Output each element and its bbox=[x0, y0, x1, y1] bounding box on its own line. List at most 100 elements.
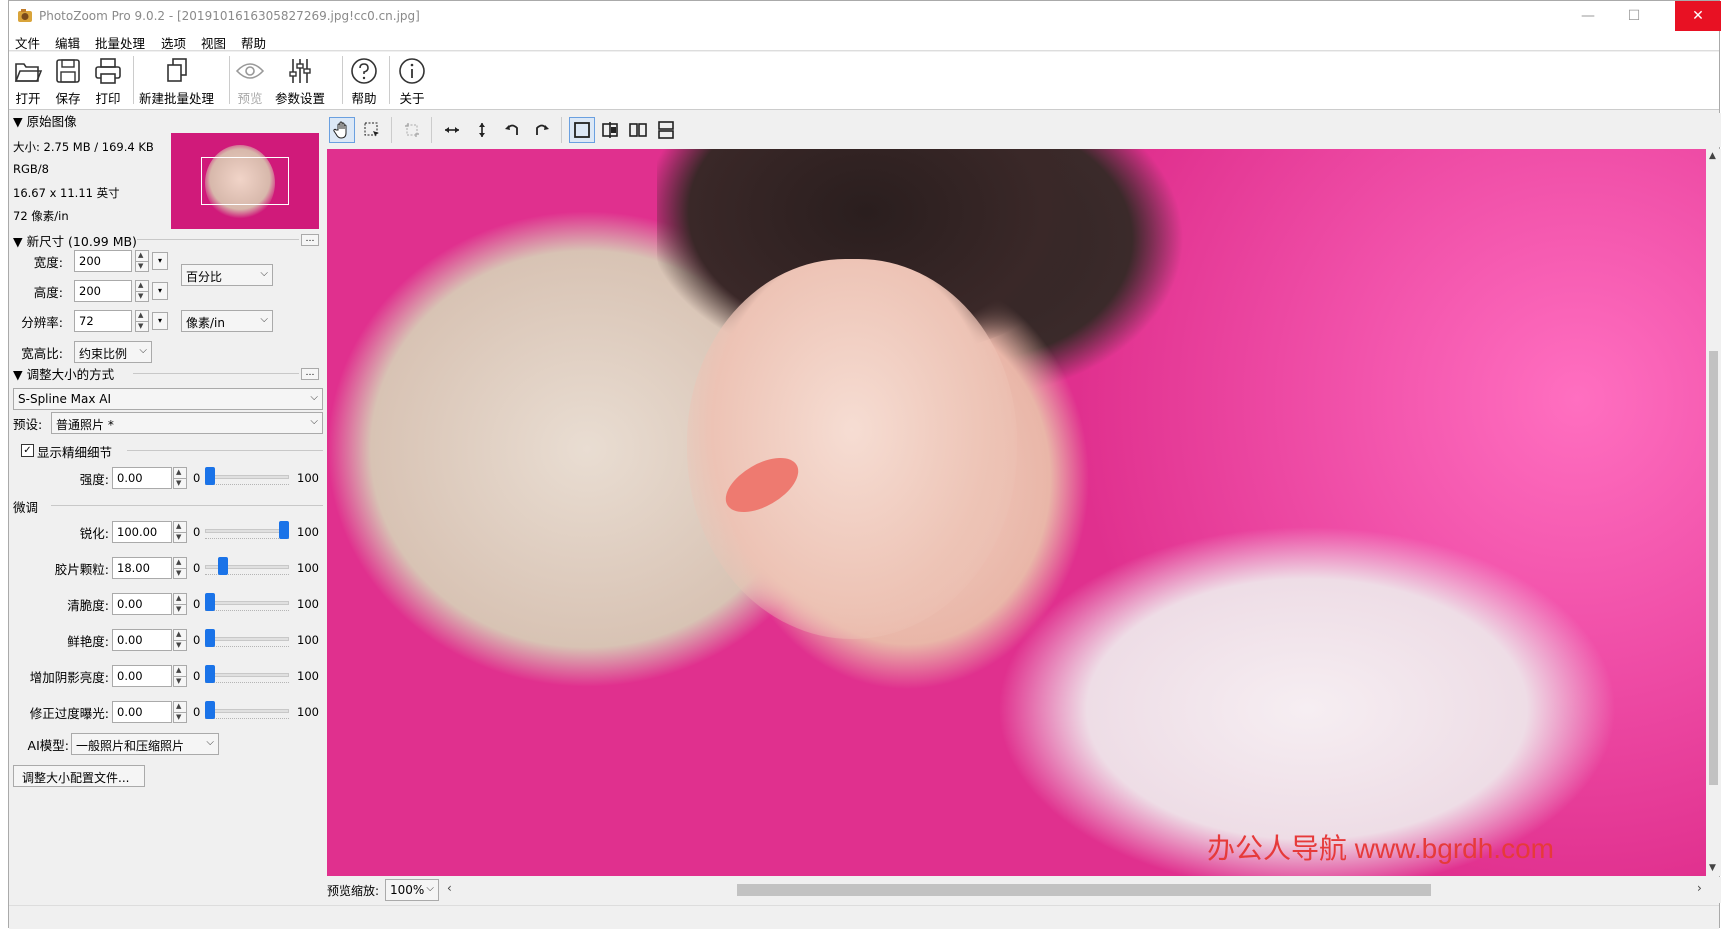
new-size-header[interactable]: ▼ 新尺寸 (10.99 MB) bbox=[13, 231, 137, 250]
strength-label: 强度: bbox=[79, 472, 109, 487]
height-spinner[interactable]: ▲ ▼ bbox=[135, 280, 149, 302]
resize-method-select[interactable]: S-Spline Max AI ⌵ bbox=[13, 388, 323, 410]
width-link-button[interactable]: ▾ bbox=[152, 252, 168, 270]
close-button[interactable]: ✕ bbox=[1675, 1, 1721, 31]
vertical-scroll-thumb[interactable] bbox=[1709, 351, 1718, 785]
flip-horizontal-button[interactable] bbox=[439, 117, 465, 143]
menu-options[interactable]: 选项 bbox=[161, 33, 186, 52]
menu-file[interactable]: 文件 bbox=[15, 33, 40, 52]
view-toolbar-separator bbox=[561, 117, 562, 143]
ai-model-select[interactable]: 一般照片和压缩照片 ⌵ bbox=[71, 733, 219, 755]
menu-batch[interactable]: 批量处理 bbox=[95, 33, 145, 52]
height-link-button[interactable]: ▾ bbox=[152, 282, 168, 300]
film-grain-input[interactable]: 18.00 bbox=[112, 557, 172, 579]
shadow-boost-input[interactable]: 0.00 bbox=[112, 665, 172, 687]
viewport-rectangle[interactable] bbox=[201, 157, 289, 205]
menu-edit[interactable]: 编辑 bbox=[55, 33, 80, 52]
shadow-boost-max: 100 bbox=[297, 669, 319, 683]
height-input[interactable]: 200 bbox=[74, 280, 132, 302]
vertical-scrollbar[interactable]: ▲ ▼ bbox=[1706, 149, 1721, 876]
overexposure-spinner[interactable]: ▲ ▼ bbox=[173, 701, 187, 723]
about-button[interactable]: 关于 bbox=[397, 56, 427, 107]
rotate-right-button[interactable] bbox=[529, 117, 555, 143]
rotate-left-button[interactable] bbox=[499, 117, 525, 143]
side-by-side-view-button[interactable] bbox=[625, 117, 651, 143]
sharpen-label: 锐化: bbox=[79, 526, 109, 541]
crispness-max: 100 bbox=[297, 597, 319, 611]
maximize-button[interactable]: ☐ bbox=[1611, 1, 1657, 31]
crispness-slider-track[interactable] bbox=[205, 601, 289, 605]
width-input[interactable]: 200 bbox=[74, 250, 132, 272]
strength-slider-thumb[interactable] bbox=[205, 467, 215, 485]
preview-image[interactable]: 办公人导航 www.bgrdh.com bbox=[327, 149, 1706, 876]
horizontal-scroll-thumb[interactable] bbox=[737, 884, 1431, 896]
print-button[interactable]: 打印 bbox=[93, 56, 123, 107]
sharpen-spinner[interactable]: ▲ ▼ bbox=[173, 521, 187, 543]
split-view-button[interactable] bbox=[597, 117, 623, 143]
shadow-boost-slider-track[interactable] bbox=[205, 673, 289, 677]
scroll-up-icon[interactable]: ▲ bbox=[1709, 151, 1716, 161]
open-button[interactable]: 打开 bbox=[13, 56, 43, 107]
width-spinner[interactable]: ▲ ▼ bbox=[135, 250, 149, 272]
vividness-min: 0 bbox=[193, 633, 201, 647]
scroll-down-icon[interactable]: ▼ bbox=[1709, 863, 1716, 873]
shadow-boost-spinner[interactable]: ▲ ▼ bbox=[173, 665, 187, 687]
width-label: 宽度: bbox=[33, 255, 63, 270]
vividness-slider-track[interactable] bbox=[205, 637, 289, 641]
strength-max: 100 bbox=[297, 471, 319, 485]
hand-tool-button[interactable] bbox=[329, 117, 355, 143]
section-divider bbox=[127, 450, 323, 451]
crop-button[interactable] bbox=[399, 117, 425, 143]
single-view-button[interactable] bbox=[569, 117, 595, 143]
strength-spinner[interactable]: ▲ ▼ bbox=[173, 467, 187, 489]
save-button[interactable]: 保存 bbox=[53, 56, 83, 107]
overexposure-slider-track[interactable] bbox=[205, 709, 289, 713]
overexposure-slider-thumb[interactable] bbox=[205, 701, 215, 719]
chevron-down-icon: ⌵ bbox=[260, 268, 268, 279]
aspect-ratio-select[interactable]: 约束比例 ⌵ bbox=[74, 341, 152, 363]
resize-method-header[interactable]: ▼ 调整大小的方式 bbox=[13, 364, 114, 383]
crispness-input[interactable]: 0.00 bbox=[112, 593, 172, 615]
sharpen-slider-thumb[interactable] bbox=[279, 521, 289, 539]
resolution-unit-select[interactable]: 像素/in ⌵ bbox=[181, 310, 273, 332]
toolbar-separator bbox=[133, 56, 134, 104]
vividness-spinner[interactable]: ▲ ▼ bbox=[173, 629, 187, 651]
crispness-slider-thumb[interactable] bbox=[205, 593, 215, 611]
strength-slider-track[interactable] bbox=[205, 475, 289, 479]
size-unit-select[interactable]: 百分比 ⌵ bbox=[181, 264, 273, 286]
film-grain-spinner[interactable]: ▲ ▼ bbox=[173, 557, 187, 579]
flip-vertical-button[interactable] bbox=[469, 117, 495, 143]
menu-help[interactable]: 帮助 bbox=[241, 33, 266, 52]
preview-zoom-select[interactable]: 100% ⌵ bbox=[385, 879, 439, 901]
new-batch-button[interactable]: 新建批量处理 bbox=[139, 56, 214, 107]
resolution-spinner[interactable]: ▲ ▼ bbox=[135, 310, 149, 332]
original-image-header[interactable]: ▼ 原始图像 bbox=[13, 111, 77, 130]
scroll-left-icon[interactable]: ‹ bbox=[447, 881, 452, 895]
sharpen-slider-track[interactable] bbox=[205, 529, 289, 533]
resize-options-button[interactable]: … bbox=[301, 368, 319, 380]
vividness-input[interactable]: 0.00 bbox=[112, 629, 172, 651]
resolution-link-button[interactable]: ▾ bbox=[152, 312, 168, 330]
menu-view[interactable]: 视图 bbox=[201, 33, 226, 52]
stacked-view-button[interactable] bbox=[653, 117, 679, 143]
resolution-input[interactable]: 72 bbox=[74, 310, 132, 332]
scroll-right-icon[interactable]: › bbox=[1697, 881, 1702, 895]
original-thumbnail[interactable] bbox=[171, 133, 319, 229]
new-size-options-button[interactable]: … bbox=[301, 234, 319, 246]
shadow-boost-slider-thumb[interactable] bbox=[205, 665, 215, 683]
minimize-button[interactable]: — bbox=[1565, 1, 1611, 31]
preview-button[interactable]: 预览 bbox=[235, 56, 265, 107]
vividness-slider-ticks bbox=[205, 643, 289, 647]
overexposure-input[interactable]: 0.00 bbox=[112, 701, 172, 723]
film-grain-slider-thumb[interactable] bbox=[218, 557, 229, 575]
settings-button[interactable]: 参数设置 bbox=[275, 56, 325, 107]
select-tool-button[interactable] bbox=[359, 117, 385, 143]
show-detail-checkbox[interactable]: ✓ bbox=[21, 444, 34, 457]
crispness-spinner[interactable]: ▲ ▼ bbox=[173, 593, 187, 615]
strength-input[interactable]: 0.00 bbox=[112, 467, 172, 489]
sharpen-input[interactable]: 100.00 bbox=[112, 521, 172, 543]
resize-profile-button[interactable]: 调整大小配置文件... bbox=[13, 765, 145, 787]
preset-select[interactable]: 普通照片 * ⌵ bbox=[51, 412, 323, 434]
help-button[interactable]: 帮助 bbox=[349, 56, 379, 107]
vividness-slider-thumb[interactable] bbox=[205, 629, 215, 647]
